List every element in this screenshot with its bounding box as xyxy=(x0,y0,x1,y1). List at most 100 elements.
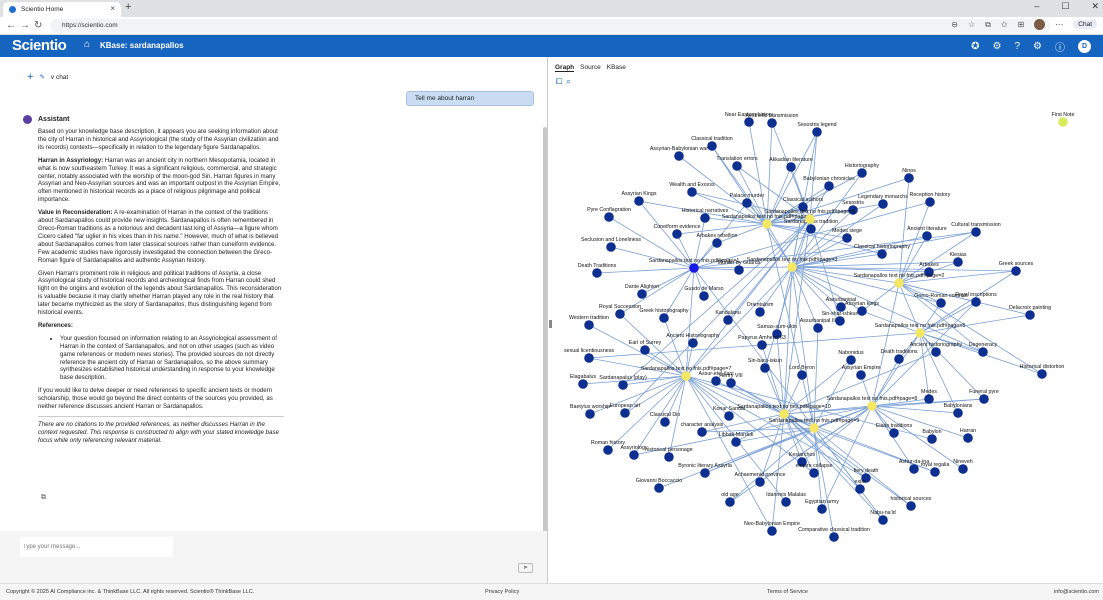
graph-node-dot[interactable] xyxy=(664,452,674,462)
send-icon[interactable]: ➤ xyxy=(518,563,533,573)
graph-node-dot[interactable] xyxy=(725,497,735,507)
graph-node-dot[interactable] xyxy=(732,161,742,171)
graph-node-dot[interactable] xyxy=(724,411,734,421)
more-icon[interactable]: ⋯ xyxy=(1055,20,1063,29)
graph-node[interactable]: historical personage xyxy=(645,447,693,462)
graph-node[interactable]: Medes xyxy=(921,389,937,404)
tab-kbase[interactable]: KBase xyxy=(607,64,626,72)
graph-node-dot[interactable] xyxy=(592,268,602,278)
graph-node[interactable]: Funeral pyre xyxy=(969,389,999,404)
graph-node-dot[interactable] xyxy=(584,320,594,330)
graph-node[interactable]: Harran xyxy=(960,428,976,443)
graph-node-dot[interactable] xyxy=(1011,266,1021,276)
graph-node-dot[interactable] xyxy=(894,354,904,364)
graph-node[interactable]: Babylon xyxy=(922,429,942,444)
app-logo[interactable]: Scientio xyxy=(12,37,67,54)
graph-node[interactable]: Assyriology xyxy=(620,445,648,460)
graph-node-dot[interactable] xyxy=(672,229,682,239)
graph-node[interactable]: Sin-bara-iskun xyxy=(748,358,782,373)
tab-graph[interactable]: Graph xyxy=(555,64,575,72)
graph-node-dot[interactable] xyxy=(699,291,709,301)
graph-node[interactable]: royal regalia xyxy=(921,462,950,477)
graph-node-dot[interactable] xyxy=(637,289,647,299)
favorites-icon[interactable]: ✩ xyxy=(1001,20,1008,29)
graph-node-dot[interactable] xyxy=(812,127,822,137)
graph-node[interactable]: Ancient historiography xyxy=(910,342,963,357)
graph-node-dot[interactable] xyxy=(1037,369,1047,379)
graph-node[interactable]: Sesostris legend xyxy=(797,122,837,137)
browser-chat-button[interactable]: Chat xyxy=(1073,20,1097,29)
graph-node-dot[interactable] xyxy=(755,477,765,487)
graph-node-dot[interactable] xyxy=(688,338,698,348)
graph-node-dot[interactable] xyxy=(755,307,765,317)
graph-node-dot[interactable] xyxy=(786,162,796,172)
graph-node-dot[interactable] xyxy=(889,428,899,438)
graph-node-dot[interactable] xyxy=(723,315,733,325)
graph-node-dot[interactable] xyxy=(813,323,823,333)
graph-node-dot[interactable] xyxy=(855,484,865,494)
graph-node-dot[interactable] xyxy=(904,173,914,183)
graph-node-dot[interactable] xyxy=(809,468,819,478)
graph-node-dot[interactable] xyxy=(978,347,988,357)
graph-node-dot[interactable] xyxy=(603,445,613,455)
graph-node-dot[interactable] xyxy=(767,118,777,128)
email-link[interactable]: info@scientio.com xyxy=(1054,589,1099,595)
info-icon[interactable]: ⓘ xyxy=(1055,39,1065,54)
terms-link[interactable]: Terms of Service xyxy=(767,589,808,595)
back-icon[interactable]: ← xyxy=(6,20,16,31)
graph-node[interactable]: Lord Byron xyxy=(789,365,815,380)
graph-node-dot[interactable] xyxy=(958,464,968,474)
graph-hub-node-dot[interactable] xyxy=(762,219,772,229)
graph-node[interactable]: Greek sources xyxy=(999,261,1034,276)
graph-node-dot[interactable] xyxy=(620,408,630,418)
settings-icon[interactable]: ⚙ xyxy=(993,41,1002,52)
graph-node[interactable]: Legendary monarchs xyxy=(858,194,908,209)
graph-node-dot[interactable] xyxy=(604,212,614,222)
graph-node-dot[interactable] xyxy=(930,467,940,477)
graph-node-dot[interactable] xyxy=(767,526,777,536)
graph-node[interactable]: Klesias xyxy=(949,252,967,267)
graph-node-dot[interactable] xyxy=(936,298,946,308)
graph-node-dot[interactable] xyxy=(660,417,670,427)
graph-node[interactable]: Ninos xyxy=(902,168,916,183)
graph-node-dot[interactable] xyxy=(584,353,594,363)
graph-node[interactable]: Reception history xyxy=(910,192,951,207)
graph-node-dot[interactable] xyxy=(846,355,856,365)
close-tab-icon[interactable]: × xyxy=(110,4,115,13)
graph-node[interactable]: Historical distortion xyxy=(1020,364,1065,379)
graph-node-dot[interactable] xyxy=(927,434,937,444)
graph-node-dot[interactable] xyxy=(697,427,707,437)
graph-node-dot[interactable] xyxy=(963,433,973,443)
graph-node-dot[interactable] xyxy=(618,380,628,390)
graph-node[interactable]: Wealth and Excess xyxy=(669,182,715,197)
graph-node-dot[interactable] xyxy=(659,313,669,323)
graph-hub-node-dot[interactable] xyxy=(805,214,815,224)
graph-node-dot[interactable] xyxy=(700,468,710,478)
graph-hub-node-dot[interactable] xyxy=(894,278,904,288)
graph-node[interactable]: Assyrian Empire xyxy=(842,365,881,380)
graph-node-dot[interactable] xyxy=(674,151,684,161)
first-note-node-dot[interactable] xyxy=(1058,117,1068,127)
graph-node[interactable]: Nabonidus xyxy=(838,350,864,365)
graph-node-dot[interactable] xyxy=(922,231,932,241)
badge-icon[interactable]: ✪ xyxy=(971,41,979,52)
graph-node-dot[interactable] xyxy=(742,198,752,208)
graph-node[interactable]: Gusdo de Marso xyxy=(684,286,724,301)
graph-node-dot[interactable] xyxy=(687,187,697,197)
graph-node-dot[interactable] xyxy=(615,309,625,319)
graph-node[interactable]: European art xyxy=(610,403,641,418)
graph-node[interactable]: sexual licentiousness xyxy=(564,348,614,363)
graph-node-dot[interactable] xyxy=(953,257,963,267)
copy-icon[interactable]: ⧉ xyxy=(41,494,46,502)
graph-node-dot[interactable] xyxy=(585,409,595,419)
graph-node[interactable]: Elagabalus xyxy=(570,374,597,389)
graph-hub-node-dot[interactable] xyxy=(867,401,877,411)
graph-hub-node-dot[interactable] xyxy=(681,371,691,381)
graph-node-dot[interactable] xyxy=(953,408,963,418)
graph-node-dot[interactable] xyxy=(578,379,588,389)
graph-node-dot[interactable] xyxy=(857,306,867,316)
graph-node[interactable]: Akkadian literature xyxy=(769,157,813,172)
help-icon[interactable]: ? xyxy=(1014,41,1020,52)
graph-node[interactable]: character analysis xyxy=(681,422,724,437)
graph-node[interactable]: Achaemenid province xyxy=(735,472,786,487)
